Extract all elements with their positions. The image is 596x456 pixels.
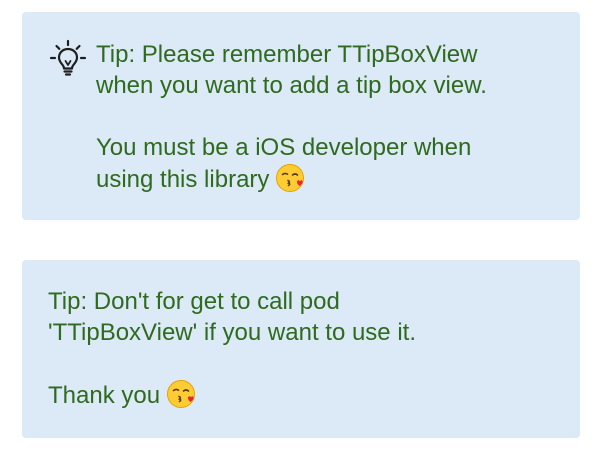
- tip-text: Tip: Please remember TTipBoxView when yo…: [96, 39, 566, 195]
- tip-box-1: Tip: Please remember TTipBoxView when yo…: [22, 12, 580, 220]
- tip-line: 'TTipBoxView' if you want to use it.: [48, 319, 416, 346]
- tip-line: when you want to add a tip box view.: [96, 72, 487, 99]
- kissing-face-emoji-icon: [276, 164, 305, 192]
- tip-text: Tip: Don't for get to call pod 'TTipBoxV…: [48, 286, 568, 411]
- tip-line: Tip: Don't for get to call pod: [48, 288, 340, 315]
- tip-box-2: Tip: Don't for get to call pod 'TTipBoxV…: [22, 260, 580, 438]
- kissing-face-emoji-icon: [167, 380, 196, 408]
- lightbulb-icon: [49, 39, 87, 76]
- tip-line: using this library: [96, 166, 270, 193]
- tip-line: You must be a iOS developer when: [96, 134, 472, 161]
- tip-line: Thank you: [48, 382, 161, 409]
- tip-line: Tip: Please remember TTipBoxView: [96, 41, 478, 68]
